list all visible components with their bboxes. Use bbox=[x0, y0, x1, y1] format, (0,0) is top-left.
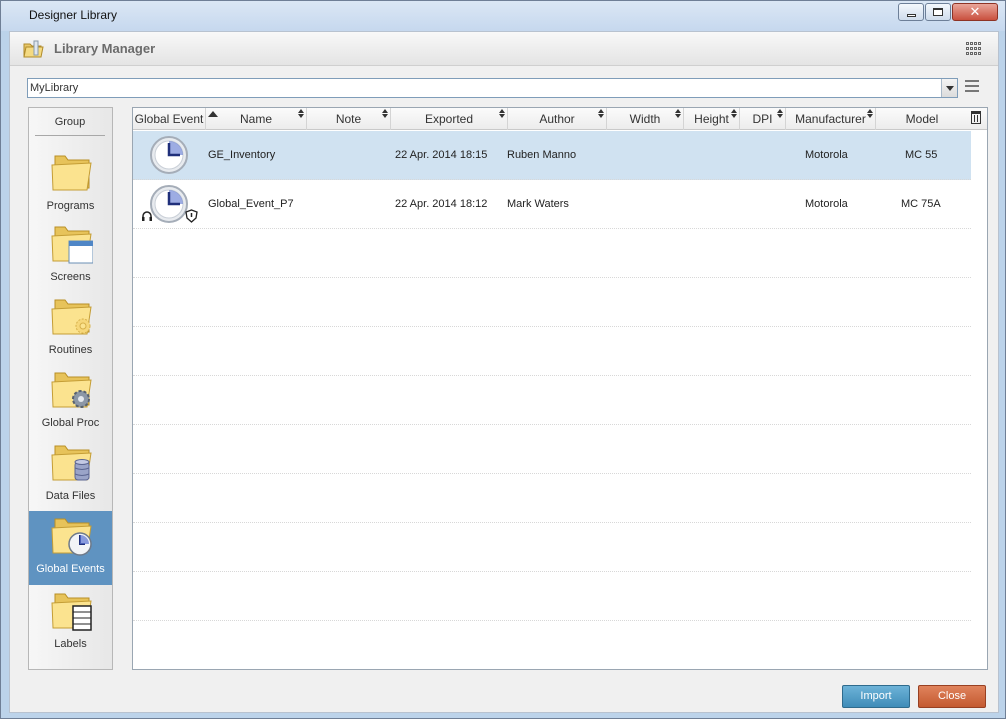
table-row[interactable]: Global_Event_P7 22 Apr. 2014 18:12 Mark … bbox=[133, 180, 971, 229]
cell-model: MC 55 bbox=[905, 149, 938, 161]
designer-library-window: Designer Library ✕ Library Manager MyLib… bbox=[0, 0, 1006, 719]
sort-ascending-icon bbox=[208, 111, 218, 117]
empty-row bbox=[133, 572, 971, 621]
minimize-button[interactable] bbox=[898, 3, 924, 21]
column-header-name[interactable]: Name bbox=[206, 108, 307, 130]
column-header-model[interactable]: Model bbox=[876, 108, 968, 130]
folder-screen-icon bbox=[50, 226, 93, 264]
empty-row bbox=[133, 523, 971, 572]
sidebar-item-data-files[interactable]: Data Files bbox=[29, 442, 112, 508]
sidebar-item-label: Data Files bbox=[45, 490, 96, 502]
empty-row bbox=[133, 278, 971, 327]
empty-row bbox=[133, 474, 971, 523]
folder-gear-icon bbox=[50, 372, 92, 408]
sort-icon bbox=[298, 109, 304, 119]
trash-icon[interactable] bbox=[971, 111, 981, 124]
column-header-global-event[interactable]: Global Event bbox=[133, 108, 206, 130]
menu-icon[interactable] bbox=[965, 80, 979, 94]
column-header-note[interactable]: Note bbox=[307, 108, 391, 130]
column-header-exported[interactable]: Exported bbox=[391, 108, 508, 130]
empty-row bbox=[133, 425, 971, 474]
sidebar-item-programs[interactable]: Programs bbox=[29, 152, 112, 218]
sidebar-item-label: Global Events bbox=[36, 563, 105, 575]
import-button[interactable]: Import bbox=[842, 685, 910, 708]
headset-icon bbox=[142, 211, 152, 221]
sort-icon bbox=[499, 109, 505, 119]
sidebar-item-global-proc[interactable]: Global Proc bbox=[29, 369, 112, 435]
empty-row bbox=[133, 376, 971, 425]
sort-icon bbox=[867, 109, 873, 119]
cell-exported: 22 Apr. 2014 18:12 bbox=[395, 198, 488, 210]
title-bar[interactable]: Designer Library ✕ bbox=[1, 1, 1005, 31]
empty-row bbox=[133, 229, 971, 278]
grid-view-icon[interactable] bbox=[966, 42, 982, 56]
folder-routine-icon bbox=[50, 299, 92, 335]
shield-icon bbox=[185, 209, 198, 223]
sidebar-item-label: Screens bbox=[50, 271, 91, 283]
cell-manufacturer: Motorola bbox=[805, 149, 848, 161]
close-icon: ✕ bbox=[969, 4, 981, 20]
library-manager-header: Library Manager bbox=[10, 32, 998, 66]
sort-icon bbox=[777, 109, 783, 119]
sidebar-header: Group bbox=[35, 116, 105, 136]
sidebar-item-label: Programs bbox=[46, 200, 95, 212]
window-close-button[interactable]: ✕ bbox=[952, 3, 998, 21]
cell-name: Global_Event_P7 bbox=[208, 198, 294, 210]
window-title: Designer Library bbox=[29, 8, 118, 22]
sidebar-item-label: Global Proc bbox=[41, 417, 100, 429]
column-header-author[interactable]: Author bbox=[508, 108, 607, 130]
group-sidebar: Group Programs Screens Routines Global P… bbox=[28, 107, 113, 670]
cell-manufacturer: Motorola bbox=[805, 198, 848, 210]
sort-icon bbox=[598, 109, 604, 119]
maximize-icon bbox=[933, 8, 943, 16]
sidebar-item-label: Routines bbox=[48, 344, 93, 356]
client-area: Library Manager MyLibrary Group Programs bbox=[9, 31, 999, 713]
table-header: Global Event Name Note Exported Author W… bbox=[133, 108, 987, 130]
library-select-value: MyLibrary bbox=[30, 82, 79, 94]
folder-icon bbox=[50, 155, 92, 191]
cell-model: MC 75A bbox=[901, 198, 941, 210]
chevron-down-icon[interactable] bbox=[941, 79, 957, 97]
global-event-clock-icon bbox=[150, 136, 188, 174]
sidebar-item-screens[interactable]: Screens bbox=[29, 223, 112, 289]
column-header-manufacturer[interactable]: Manufacturer bbox=[786, 108, 876, 130]
sidebar-item-labels[interactable]: Labels bbox=[29, 590, 112, 664]
sort-icon bbox=[675, 109, 681, 119]
sidebar-item-routines[interactable]: Routines bbox=[29, 296, 112, 362]
sidebar-item-label: Labels bbox=[54, 638, 87, 650]
column-header-height[interactable]: Height bbox=[684, 108, 740, 130]
library-select[interactable]: MyLibrary bbox=[27, 78, 958, 98]
empty-row bbox=[133, 327, 971, 376]
table-row[interactable]: GE_Inventory 22 Apr. 2014 18:15 Ruben Ma… bbox=[133, 131, 971, 180]
library-folder-icon bbox=[23, 40, 44, 58]
sidebar-item-global-events[interactable]: Global Events bbox=[29, 511, 112, 585]
folder-label-icon bbox=[50, 593, 92, 631]
page-title: Library Manager bbox=[54, 41, 156, 56]
folder-database-icon bbox=[50, 445, 92, 481]
minimize-icon bbox=[906, 13, 916, 17]
column-header-width[interactable]: Width bbox=[607, 108, 684, 130]
sort-icon bbox=[382, 109, 388, 119]
cell-author: Ruben Manno bbox=[507, 149, 577, 161]
library-table: Global Event Name Note Exported Author W… bbox=[132, 107, 988, 670]
sort-icon bbox=[731, 109, 737, 119]
maximize-button[interactable] bbox=[925, 3, 951, 21]
empty-row bbox=[133, 621, 971, 669]
folder-clock-icon bbox=[50, 518, 92, 556]
cell-name: GE_Inventory bbox=[208, 149, 276, 161]
column-header-dpi[interactable]: DPI bbox=[740, 108, 786, 130]
cell-author: Mark Waters bbox=[507, 198, 569, 210]
cell-exported: 22 Apr. 2014 18:15 bbox=[395, 149, 488, 161]
close-button[interactable]: Close bbox=[918, 685, 986, 708]
